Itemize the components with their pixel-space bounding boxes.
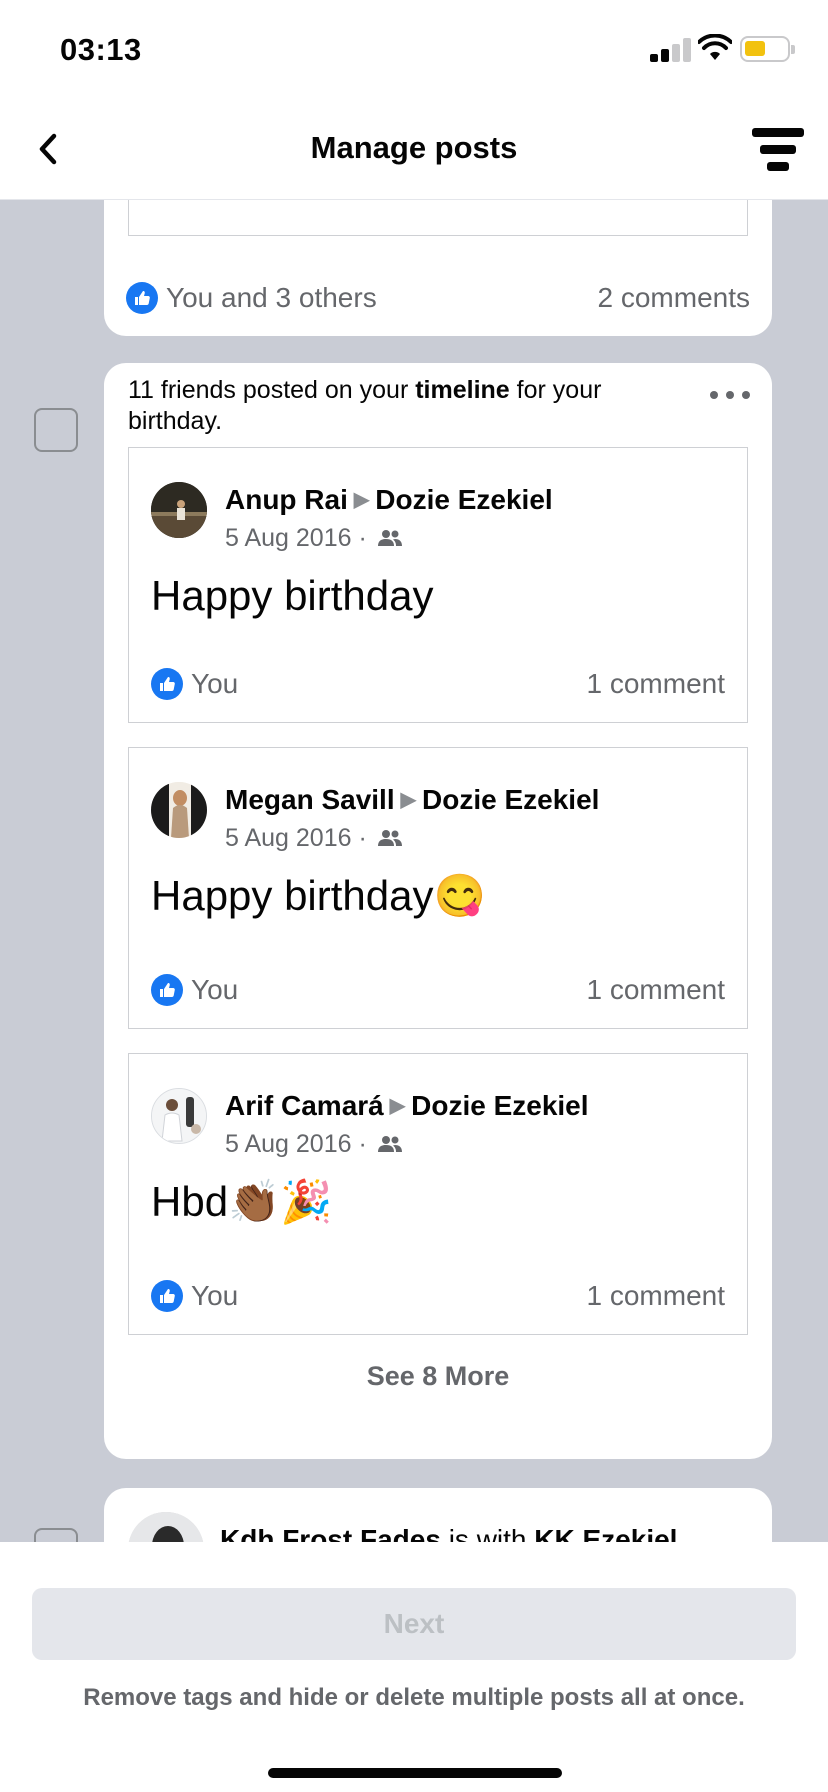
- likes-text: You: [191, 1280, 239, 1311]
- select-checkbox[interactable]: [34, 408, 78, 452]
- friends-icon: [377, 1136, 402, 1152]
- comment-count[interactable]: 1 comment: [587, 1280, 726, 1312]
- arrow-right-icon: ▶: [400, 789, 417, 811]
- author-line: Megan Savill ▶ Dozie Ezekiel: [225, 784, 599, 816]
- like-icon: [126, 282, 158, 314]
- author-line: Kdh Frost Fades is with KK Ezekiel: [220, 1524, 677, 1542]
- post-item[interactable]: Arif Camará ▶ Dozie Ezekiel 5 Aug 2016 · H…: [128, 1053, 748, 1335]
- post-meta: 5 Aug 2016 ·: [225, 524, 404, 553]
- nav-bar: Manage posts: [0, 100, 828, 200]
- post-card: 11 friends posted on your timeline for y…: [104, 363, 772, 1459]
- post-date[interactable]: 5 Aug 2016 ·: [225, 524, 367, 552]
- post-text: Happy birthday: [151, 572, 434, 619]
- select-checkbox[interactable]: [34, 1528, 78, 1542]
- likes-text: You: [191, 974, 239, 1005]
- avatar[interactable]: [151, 1088, 207, 1144]
- reactions-row[interactable]: You: [151, 668, 238, 700]
- page-title: Manage posts: [310, 130, 518, 165]
- post-text: Hbd👏🏾🎉: [151, 1178, 333, 1225]
- bottom-action-bar: Next Remove tags and hide or delete mult…: [0, 1542, 828, 1792]
- comment-count[interactable]: 1 comment: [587, 974, 726, 1006]
- signal-icon: [650, 38, 692, 62]
- like-icon: [151, 974, 183, 1006]
- like-icon: [151, 668, 183, 700]
- post-date[interactable]: 5 Aug 2016 ·: [225, 1130, 367, 1158]
- author-line: Anup Rai ▶ Dozie Ezekiel: [225, 484, 553, 516]
- post-date[interactable]: 5 Aug 2016 ·: [225, 824, 367, 852]
- battery-icon: [740, 36, 795, 62]
- likes-text: You and 3 others: [166, 282, 377, 313]
- avatar[interactable]: [151, 482, 207, 538]
- comment-count[interactable]: 2 comments: [598, 282, 751, 314]
- post-meta: 5 Aug 2016 ·: [225, 1130, 404, 1159]
- arrow-right-icon: ▶: [389, 1095, 406, 1117]
- status-time: 03:13: [60, 32, 142, 67]
- target-name[interactable]: Dozie Ezekiel: [411, 1090, 588, 1121]
- post-meta: 5 Aug 2016 ·: [225, 824, 404, 853]
- post-item[interactable]: Megan Savill ▶ Dozie Ezekiel 5 Aug 2016 · …: [128, 747, 748, 1029]
- post-feed[interactable]: You and 3 others 2 comments 11 friends p…: [0, 200, 828, 1542]
- avatar[interactable]: [128, 1512, 204, 1542]
- author-name[interactable]: Arif Camará: [225, 1090, 384, 1121]
- post-card: You and 3 others 2 comments: [104, 200, 772, 336]
- status-bar: 03:13: [0, 0, 828, 100]
- comment-count[interactable]: 1 comment: [587, 668, 726, 700]
- like-icon: [151, 1280, 183, 1312]
- post-item[interactable]: Anup Rai ▶ Dozie Ezekiel 5 Aug 2016 · Happ…: [128, 447, 748, 723]
- friends-icon: [377, 830, 402, 846]
- post-preview-box: [128, 200, 748, 236]
- filter-icon[interactable]: [752, 126, 804, 174]
- author-line: Arif Camará ▶ Dozie Ezekiel: [225, 1090, 589, 1122]
- reactions-row[interactable]: You: [151, 1280, 238, 1312]
- author-name[interactable]: Anup Rai: [225, 484, 348, 515]
- helper-text: Remove tags and hide or delete multiple …: [83, 1684, 745, 1711]
- see-more-button[interactable]: See 8 More: [104, 1361, 772, 1392]
- post-card: Kdh Frost Fades is with KK Ezekiel: [104, 1488, 772, 1542]
- friends-icon: [377, 530, 402, 546]
- group-header: 11 friends posted on your timeline for y…: [128, 376, 602, 435]
- next-button[interactable]: Next: [32, 1588, 796, 1660]
- target-name[interactable]: Dozie Ezekiel: [422, 784, 599, 815]
- wifi-icon: [698, 34, 732, 60]
- tagged-name[interactable]: KK Ezekiel: [534, 1524, 677, 1542]
- reactions-row[interactable]: You and 3 others: [126, 282, 377, 314]
- home-indicator[interactable]: [268, 1768, 562, 1778]
- reactions-row[interactable]: You: [151, 974, 238, 1006]
- author-name[interactable]: Megan Savill: [225, 784, 395, 815]
- post-text: Happy birthday😋: [151, 872, 486, 919]
- arrow-right-icon: ▶: [353, 489, 370, 511]
- author-name[interactable]: Kdh Frost Fades: [220, 1524, 441, 1542]
- target-name[interactable]: Dozie Ezekiel: [375, 484, 552, 515]
- likes-text: You: [191, 668, 239, 699]
- more-options-icon[interactable]: [710, 387, 750, 403]
- avatar[interactable]: [151, 782, 207, 838]
